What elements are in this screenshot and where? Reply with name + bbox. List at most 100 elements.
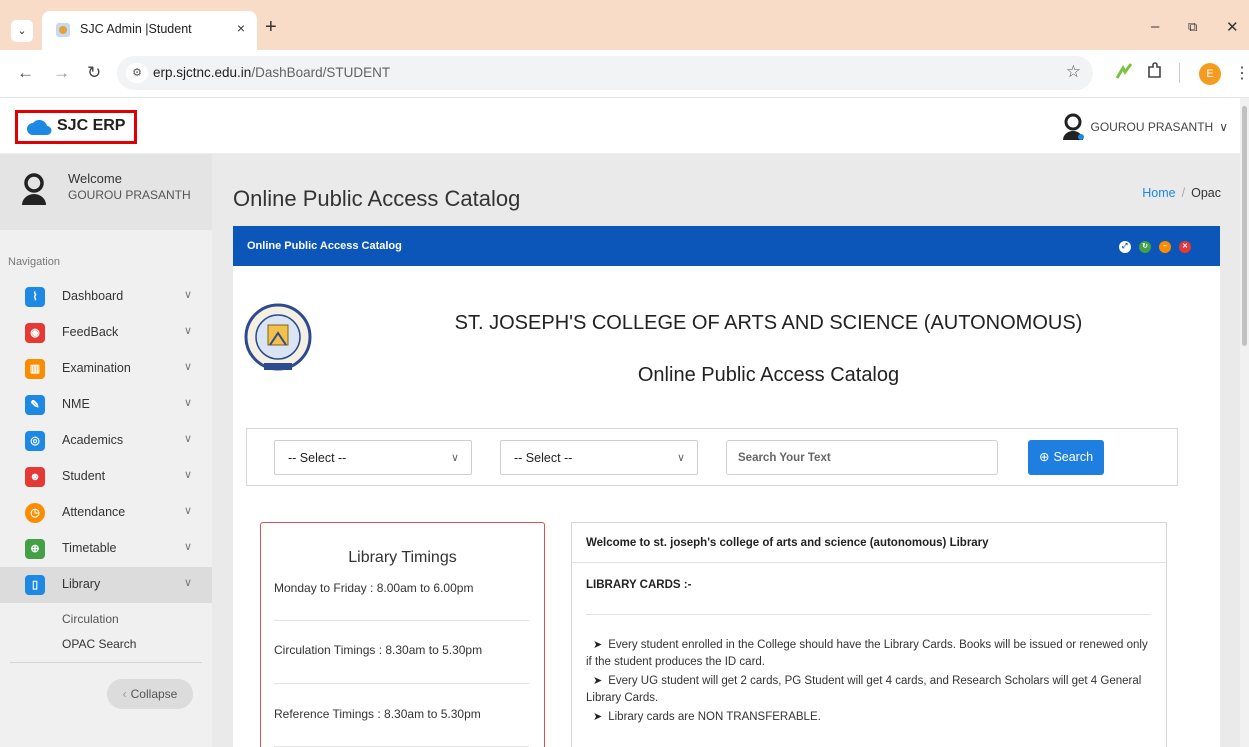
minimize-icon[interactable]: – [1159,241,1171,253]
sidebar-subitem-circulation[interactable]: Circulation [62,612,119,626]
extensions-puzzle-icon[interactable] [1145,62,1163,80]
breadcrumb-current: Opac [1191,186,1221,200]
welcome-card-header: Welcome to st. joseph's college of arts … [572,523,1166,563]
timing-row: Circulation Timings : 8.30am to 5.30pm [274,643,483,657]
refresh-icon[interactable]: ↻ [1139,241,1151,253]
search-field-select[interactable]: -- Select -- ∨ [274,440,472,475]
close-icon[interactable]: ✕ [1179,241,1191,253]
library-cards-heading: LIBRARY CARDS :- [586,579,692,591]
target-icon: ◎ [25,431,45,451]
search-input[interactable]: Search Your Text [726,440,998,475]
site-favicon-icon [56,23,70,37]
search-button-label: Search [1053,450,1094,464]
panel-title: Online Public Access Catalog [247,240,402,252]
window-close-button[interactable]: ✕ [1226,18,1239,36]
timing-row: Reference Timings : 8.30am to 5.30pm [274,707,481,721]
sidebar-item-library[interactable]: ▯ Library ∨ [0,567,212,603]
window-minimize-button[interactable]: – [1151,18,1159,35]
page-scrollbar[interactable] [1240,98,1249,747]
chevron-down-icon: ∨ [184,469,193,481]
sidebar-item-label: Library [62,577,101,591]
chevron-down-icon: ∨ [184,289,193,301]
sidebar-item-label: NME [62,397,90,411]
select-value: -- Select -- [514,451,573,465]
address-bar[interactable]: ⚙ erp.sjctnc.edu.in/DashBoard/STUDENT ☆ [117,56,1093,90]
chevron-down-icon: ∨ [184,577,193,589]
url-host: erp.sjctnc.edu.in [153,65,252,80]
sidebar-item-label: Timetable [62,541,117,555]
tab-title: SJC Admin |Student [80,22,192,36]
chevron-down-icon: ∨ [184,361,193,373]
sidebar-item-attendance[interactable]: ◷ Attendance ∨ [0,495,212,531]
new-tab-button[interactable]: + [265,17,277,37]
url-text: erp.sjctnc.edu.in/DashBoard/STUDENT [153,65,390,80]
browser-tab-bar: ⌄ SJC Admin |Student × + – ⧉ ✕ [0,0,1249,50]
browser-toolbar: ← → ↻ ⚙ erp.sjctnc.edu.in/DashBoard/STUD… [0,50,1249,98]
header-user-name: GOUROU PRASANTH [1090,120,1214,134]
breadcrumb-home-link[interactable]: Home [1142,186,1175,200]
search-button[interactable]: ⊕ Search [1028,440,1104,475]
site-settings-icon[interactable]: ⚙ [126,63,148,83]
globe-icon: ⊕ [25,539,45,559]
cloud-icon [27,120,52,135]
welcome-card: Welcome GOUROU PRASANTH [0,154,212,230]
url-path: /DashBoard/STUDENT [251,65,391,80]
chevron-down-icon: ∨ [1219,120,1228,134]
browser-tab[interactable]: SJC Admin |Student × [42,11,257,50]
tab-search-dropdown[interactable]: ⌄ [11,20,33,42]
sidebar-item-academics[interactable]: ◎ Academics ∨ [0,423,212,459]
library-welcome-card: Welcome to st. joseph's college of arts … [571,522,1167,747]
sidebar-item-nme[interactable]: ✎ NME ∨ [0,387,212,423]
opac-panel: Online Public Access Catalog ⤢ ↻ – ✕ ST.… [233,226,1220,747]
profile-avatar[interactable]: E [1199,63,1221,85]
pin-icon: ➤ [593,711,603,723]
tab-close-icon[interactable]: × [237,20,245,36]
search-bar: -- Select -- ∨ -- Select -- ∨ Search You… [246,428,1178,486]
rule-text: Library cards are NON TRANSFERABLE. [608,711,821,723]
chevron-down-icon: ∨ [184,433,193,445]
catalog-subtitle: Online Public Access Catalog [637,364,900,386]
app-header: SJC ERP GOUROU PRASANTH ∨ [0,98,1240,154]
sidebar-item-label: Academics [62,433,124,447]
sidebar-item-dashboard[interactable]: ⌇ Dashboard ∨ [0,279,212,315]
extension-chart-icon[interactable] [1115,62,1133,80]
chevron-down-icon: ∨ [184,325,193,337]
users-icon: ☻ [25,467,45,487]
rule-text: Every student enrolled in the College sh… [586,639,1148,668]
chevron-down-icon: ∨ [676,452,685,464]
pin-icon: ➤ [593,639,603,651]
page-title: Online Public Access Catalog [233,186,521,211]
scrollbar-thumb[interactable] [1242,106,1247,346]
library-timings-card: Library Timings Monday to Friday : 8.00a… [260,522,545,747]
sidebar: Welcome GOUROU PRASANTH Navigation ⌇ Das… [0,154,212,747]
sidebar-subitem-opac-search[interactable]: OPAC Search [62,637,136,651]
panel-header: Online Public Access Catalog ⤢ ↻ – ✕ [233,226,1220,266]
collapse-button[interactable]: ‹ Collapse [107,679,193,709]
chevron-left-icon: ‹ [122,687,127,701]
expand-icon[interactable]: ⤢ [1119,241,1131,253]
brand-name: SJC ERP [57,117,126,134]
pulse-icon: ⌇ [25,287,45,307]
select-value: -- Select -- [288,451,347,465]
search-type-select[interactable]: -- Select -- ∨ [500,440,698,475]
forward-arrow-icon[interactable]: → [53,63,70,83]
reload-icon[interactable]: ↻ [87,63,101,83]
rule-text: Every UG student will get 2 cards, PG St… [586,675,1142,704]
brand-logo[interactable]: SJC ERP [15,110,137,144]
sidebar-item-timetable[interactable]: ⊕ Timetable ∨ [0,531,212,567]
sidebar-item-student[interactable]: ☻ Student ∨ [0,459,212,495]
main-content: Online Public Access Catalog Home / Opac O… [212,154,1240,747]
timings-title: Library Timings [348,549,457,566]
sidebar-item-feedback[interactable]: ◉ FeedBack ∨ [0,315,212,351]
sidebar-item-examination[interactable]: ▥ Examination ∨ [0,351,212,387]
library-rule: ➤ Every UG student will get 2 cards, PG S… [586,673,1151,707]
user-menu[interactable]: GOUROU PRASANTH ∨ [1061,112,1228,142]
welcome-label: Welcome [68,171,122,186]
divider [274,620,529,621]
bookmark-star-icon[interactable]: ☆ [1066,62,1081,82]
back-arrow-icon[interactable]: ← [17,63,34,83]
chevron-down-icon: ∨ [184,541,193,553]
browser-menu-icon[interactable]: ⋮ [1234,63,1249,83]
toolbar-divider [1179,63,1180,83]
window-restore-button[interactable]: ⧉ [1188,19,1197,35]
